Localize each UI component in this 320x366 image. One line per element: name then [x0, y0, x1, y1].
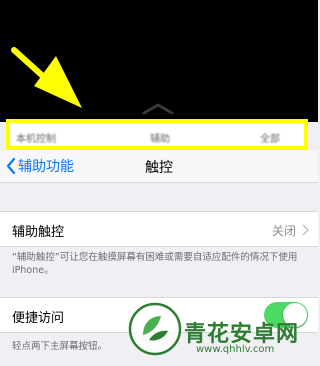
watermark-logo-icon — [128, 302, 182, 356]
watermark-url: www.qhhlv.com — [196, 344, 275, 355]
navigation-bar: 辅助功能 触控 — [0, 150, 318, 183]
reachability-label: 便捷访问 — [12, 311, 65, 326]
chevron-up-icon[interactable] — [140, 100, 176, 116]
chevron-right-icon — [302, 224, 309, 236]
highlighted-control-bar[interactable]: 本机控制 辅助 全部 — [6, 119, 308, 150]
assistive-touch-footer: “辅助触控”可让您在触摸屏幕有困难或需要自适应配件的情况下使用iPhone。 — [12, 252, 298, 276]
control-bar-left-text: 本机控制 — [16, 134, 56, 145]
assistive-touch-label: 辅助触控 — [12, 225, 65, 240]
assistive-touch-value: 关闭 — [271, 224, 296, 238]
assistive-touch-cell[interactable]: 辅助触控 关闭 — [0, 211, 318, 247]
control-bar-right-text: 全部 — [260, 134, 280, 145]
control-bar-center-text: 辅助 — [150, 134, 170, 145]
page-title: 触控 — [145, 160, 173, 176]
